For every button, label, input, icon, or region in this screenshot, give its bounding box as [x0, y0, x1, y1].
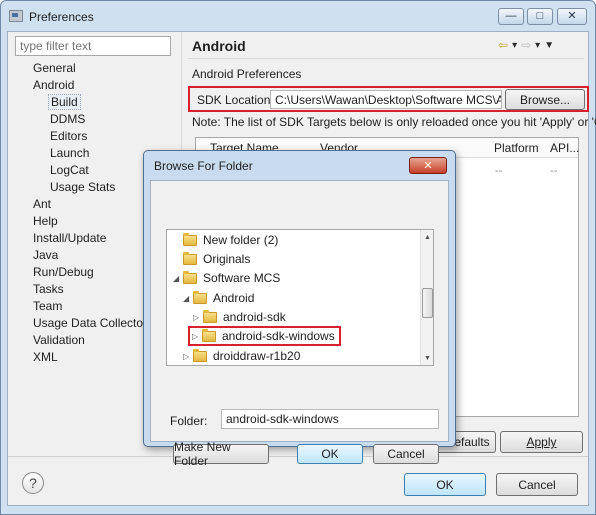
folder-tree: New folder (2) Originals ◢ Software MCS ◢… [166, 229, 434, 366]
forward-arrow-icon[interactable]: ⇨ [521, 38, 531, 52]
dialog-body: New folder (2) Originals ◢ Software MCS ◢… [150, 180, 449, 468]
tree-item-validation[interactable]: Validation [31, 332, 87, 348]
filter-input[interactable] [15, 36, 171, 56]
page-navigation: ⇦ ▾ ⇨ ▾ ▼ [498, 38, 554, 52]
sdk-location-label: SDK Location: [197, 93, 274, 107]
ok-button[interactable]: OK [404, 473, 486, 496]
folder-icon [193, 348, 207, 362]
maximize-icon: □ [536, 10, 544, 22]
column-platform[interactable]: Platform [494, 141, 539, 155]
table-cell-api: -- [550, 165, 558, 177]
folder-tree-scrollbar[interactable]: ▲ ▼ [420, 230, 433, 365]
view-menu-icon[interactable]: ▼ [544, 40, 554, 51]
minimize-button[interactable]: — [498, 8, 524, 25]
collapsed-arrow-icon[interactable]: ▷ [183, 352, 193, 361]
maximize-button[interactable]: □ [527, 8, 553, 25]
app-icon [9, 10, 23, 22]
scroll-thumb[interactable] [422, 288, 433, 318]
apply-label: Apply [526, 435, 557, 449]
folder-item-android-sdk[interactable]: ▷ android-sdk [193, 308, 286, 326]
help-icon: ? [29, 475, 37, 491]
folder-item-new-folder-2[interactable]: New folder (2) [173, 231, 278, 249]
page-title: Android [192, 38, 246, 54]
sdk-location-field[interactable]: C:\Users\Wawan\Desktop\Software MCS\Ar [270, 90, 502, 109]
tree-item-tasks[interactable]: Tasks [31, 281, 66, 297]
folder-field-label: Folder: [170, 414, 208, 428]
tree-item-launch[interactable]: Launch [48, 145, 91, 161]
tree-item-team[interactable]: Team [31, 298, 64, 314]
close-icon: ✕ [423, 160, 433, 172]
folder-field[interactable]: android-sdk-windows [221, 409, 439, 429]
folder-item-label: Software MCS [203, 271, 281, 285]
browse-button-label: Browse... [519, 92, 570, 107]
folder-icon [183, 270, 197, 284]
folder-item-android-sdk-windows[interactable]: ▷ android-sdk-windows [188, 326, 341, 346]
folder-item-label: droiddraw-r1b20 [213, 349, 301, 363]
folder-icon [183, 251, 197, 265]
table-cell-platform: -- [495, 165, 503, 177]
folder-item-label: Originals [203, 252, 251, 266]
tree-item-help[interactable]: Help [31, 213, 60, 229]
dialog-cancel-button[interactable]: Cancel [373, 444, 439, 464]
dialog-cancel-label: Cancel [387, 447, 425, 461]
folder-item-software-mcs[interactable]: ◢ Software MCS [173, 269, 280, 287]
tree-item-ant[interactable]: Ant [31, 196, 53, 212]
close-window-button[interactable]: ✕ [557, 8, 587, 25]
folder-item-originals[interactable]: Originals [173, 250, 250, 268]
dialog-ok-label: OK [321, 447, 339, 461]
browse-button[interactable]: Browse... [505, 89, 585, 110]
make-new-folder-button[interactable]: Make New Folder [173, 440, 269, 468]
apply-button[interactable]: Apply [500, 431, 583, 453]
close-icon: ✕ [567, 10, 577, 22]
browse-folder-dialog: Browse For Folder ✕ New folder (2) Origi… [143, 150, 456, 468]
tree-item-run-debug[interactable]: Run/Debug [31, 264, 96, 280]
tree-item-general[interactable]: General [31, 60, 78, 76]
folder-icon [202, 328, 216, 342]
tree-item-editors[interactable]: Editors [48, 128, 89, 144]
forward-dropdown-icon[interactable]: ▾ [535, 40, 540, 51]
title-bar: Preferences — □ ✕ [1, 1, 595, 31]
tree-item-android[interactable]: Android [31, 77, 76, 93]
tree-item-logcat[interactable]: LogCat [48, 162, 91, 178]
ok-label: OK [436, 477, 454, 492]
minimize-icon: — [505, 10, 517, 22]
tree-item-build[interactable]: Build [48, 94, 81, 110]
folder-item-label: android-sdk [223, 310, 286, 324]
folder-item-label: New folder (2) [203, 233, 279, 247]
folder-item-droiddraw[interactable]: ▷ droiddraw-r1b20 [183, 347, 300, 365]
expanded-arrow-icon[interactable]: ◢ [183, 294, 193, 303]
folder-icon [183, 232, 197, 246]
scroll-down-icon[interactable]: ▼ [421, 351, 433, 365]
back-dropdown-icon[interactable]: ▾ [512, 40, 517, 51]
window-title: Preferences [29, 10, 94, 24]
dialog-ok-button[interactable]: OK [297, 444, 363, 464]
back-arrow-icon[interactable]: ⇦ [498, 38, 508, 52]
dialog-close-button[interactable]: ✕ [409, 157, 447, 174]
tree-item-xml[interactable]: XML [31, 349, 60, 365]
folder-icon [203, 309, 217, 323]
collapsed-arrow-icon[interactable]: ▷ [193, 313, 203, 322]
tree-item-ddms[interactable]: DDMS [48, 111, 87, 127]
collapsed-arrow-icon[interactable]: ▷ [192, 332, 202, 341]
make-new-folder-label: Make New Folder [174, 440, 231, 468]
tree-item-usage-data-collector[interactable]: Usage Data Collector [31, 315, 149, 331]
expanded-arrow-icon[interactable]: ◢ [173, 274, 183, 283]
title-divider [188, 58, 584, 59]
cancel-label: Cancel [518, 477, 556, 492]
folder-item-label: Android [213, 291, 255, 305]
tree-item-install-update[interactable]: Install/Update [31, 230, 108, 246]
cancel-button[interactable]: Cancel [496, 473, 578, 496]
sdk-location-row: SDK Location: C:\Users\Wawan\Desktop\Sof… [188, 86, 589, 112]
column-api[interactable]: API... [550, 141, 579, 155]
sdk-note: Note: The list of SDK Targets below is o… [192, 115, 596, 129]
folder-icon [193, 290, 207, 304]
tree-item-usage-stats[interactable]: Usage Stats [48, 179, 117, 195]
section-label: Android Preferences [192, 67, 302, 81]
folder-item-android[interactable]: ◢ Android [183, 289, 254, 307]
folder-item-label: android-sdk-windows [222, 329, 335, 343]
scroll-up-icon[interactable]: ▲ [421, 230, 433, 244]
help-button[interactable]: ? [22, 472, 44, 494]
tree-item-java[interactable]: Java [31, 247, 60, 263]
dialog-title: Browse For Folder [154, 159, 253, 173]
